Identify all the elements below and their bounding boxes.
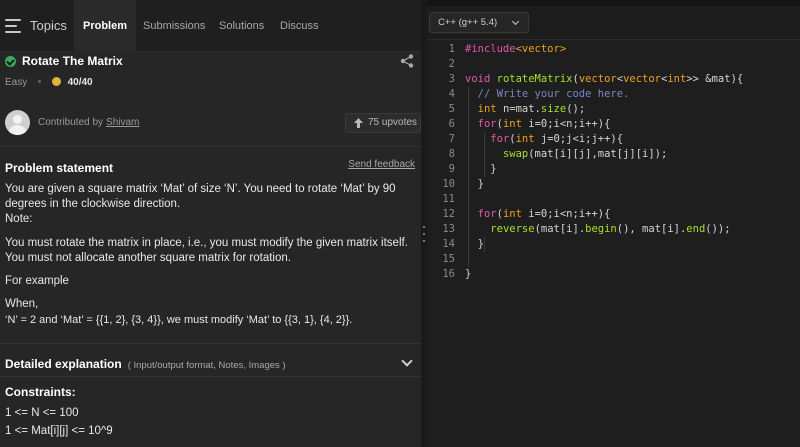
- problem-pane: Topics Problem Submissions Solutions Dis…: [0, 0, 421, 447]
- line-number: 13: [442, 223, 455, 235]
- problem-title: Rotate The Matrix: [22, 54, 123, 68]
- contributor-row: Contributed by Shivam 75 upvotes: [5, 110, 421, 136]
- statement-paragraph: You are given a square matrix ‘Mat’ of s…: [5, 183, 396, 210]
- avatar: [5, 110, 30, 135]
- statement-example-label: For example: [5, 275, 69, 287]
- line-number: 14: [442, 238, 455, 250]
- editor-top-strip: [427, 0, 800, 6]
- statement-note-label: Note:: [5, 213, 33, 225]
- separator-dot: [38, 79, 42, 83]
- line-number: 5: [448, 103, 455, 115]
- line-number: 4: [448, 88, 455, 100]
- code-line: }: [465, 163, 497, 175]
- constraint-line: 1 <= N <= 100: [5, 407, 79, 419]
- code-line: int n=mat.size();: [477, 103, 586, 115]
- grip-dot: [423, 240, 425, 242]
- tab-discuss[interactable]: Discuss: [280, 0, 319, 52]
- detailed-explanation-title: Detailed explanation: [5, 357, 122, 371]
- grip-dot: [423, 233, 425, 235]
- menu-icon[interactable]: [5, 19, 23, 33]
- coin-icon: [51, 77, 61, 86]
- line-number: 16: [442, 268, 455, 280]
- grip-dot: [423, 226, 425, 228]
- code-line: reverse(mat[i].begin(), mat[i].end());: [490, 223, 731, 235]
- language-value: C++ (g++ 5.4): [438, 17, 498, 28]
- editor-toolbar: C++ (g++ 5.4): [427, 0, 800, 40]
- line-number: 11: [442, 193, 455, 205]
- code-line: swap(mat[i][j],mat[j][i]);: [502, 148, 668, 160]
- tab-submissions[interactable]: Submissions: [143, 0, 205, 52]
- line-number: 12: [442, 208, 455, 220]
- line-number: 2: [448, 58, 455, 70]
- code-line: }: [465, 268, 472, 280]
- tab-problem[interactable]: Problem: [74, 0, 136, 52]
- upvote-count: 75 upvotes: [368, 117, 417, 128]
- statement-when-label: When,: [5, 298, 39, 310]
- line-number: 9: [448, 163, 455, 175]
- send-feedback-link[interactable]: Send feedback: [348, 159, 415, 170]
- code-line: // Write your code here.: [477, 88, 630, 100]
- statement-heading: Problem statement: [5, 161, 114, 175]
- divider: [0, 376, 421, 377]
- code-line: void rotateMatrix(vector<vector<int>> &m…: [465, 73, 744, 85]
- topics-button[interactable]: Topics: [30, 0, 67, 52]
- divider: [0, 146, 421, 147]
- code-line: #include<vector>: [465, 43, 567, 55]
- constraints-title: Constraints:: [5, 385, 76, 399]
- score-value: 40/40: [67, 77, 93, 88]
- contributed-by-label: Contributed by: [38, 117, 104, 128]
- line-number: 1: [448, 43, 455, 55]
- problem-meta: Easy 40/40: [5, 77, 93, 93]
- chevron-down-icon: [401, 355, 413, 367]
- contributor-text: Contributed by Shivam: [38, 117, 139, 128]
- problem-title-row: Rotate The Matrix: [5, 54, 417, 74]
- line-number: 3: [448, 73, 455, 85]
- upvote-button[interactable]: 75 upvotes: [345, 113, 421, 133]
- solved-check-icon: [5, 56, 16, 67]
- line-number: 8: [448, 148, 455, 160]
- statement-header: Problem statement Send feedback: [5, 159, 417, 175]
- contributor-link[interactable]: Shivam: [106, 117, 139, 128]
- difficulty-label: Easy: [5, 77, 28, 88]
- up-arrow-icon: [354, 118, 363, 128]
- line-number: 6: [448, 118, 455, 130]
- detailed-explanation-subtitle: ( Input/output format, Notes, Images ): [127, 360, 286, 371]
- statement-example: ‘N’ = 2 and ‘Mat’ = {{1, 2}, {3, 4}}, we…: [5, 314, 353, 326]
- tab-bar: Topics Problem Submissions Solutions Dis…: [0, 0, 421, 52]
- divider: [0, 343, 421, 344]
- code-line: }: [465, 238, 484, 250]
- language-select[interactable]: C++ (g++ 5.4): [429, 12, 529, 33]
- code-editor-pane: C++ (g++ 5.4) 1 2 3 4 5 6 7 8 9 10 11 12…: [427, 0, 800, 447]
- line-number: 7: [448, 133, 455, 145]
- code-line: }: [465, 178, 484, 190]
- statement-paragraph: You must rotate the matrix in place, i.e…: [5, 237, 408, 264]
- code-line: for(int j=0;j<i;j++){: [490, 133, 624, 145]
- line-number: 15: [442, 253, 455, 265]
- constraint-line: 1 <= Mat[i][j] <= 10^9: [5, 425, 113, 437]
- chevron-down-icon: [511, 17, 520, 26]
- line-number: 10: [442, 178, 455, 190]
- code-line: for(int i=0;i<n;i++){: [477, 118, 611, 130]
- tab-solutions[interactable]: Solutions: [219, 0, 264, 52]
- indent-guide: [484, 237, 485, 252]
- detailed-explanation-toggle[interactable]: Detailed explanation ( Input/output forma…: [5, 355, 417, 371]
- share-icon[interactable]: [400, 54, 414, 68]
- code-line: for(int i=0;i<n;i++){: [477, 208, 611, 220]
